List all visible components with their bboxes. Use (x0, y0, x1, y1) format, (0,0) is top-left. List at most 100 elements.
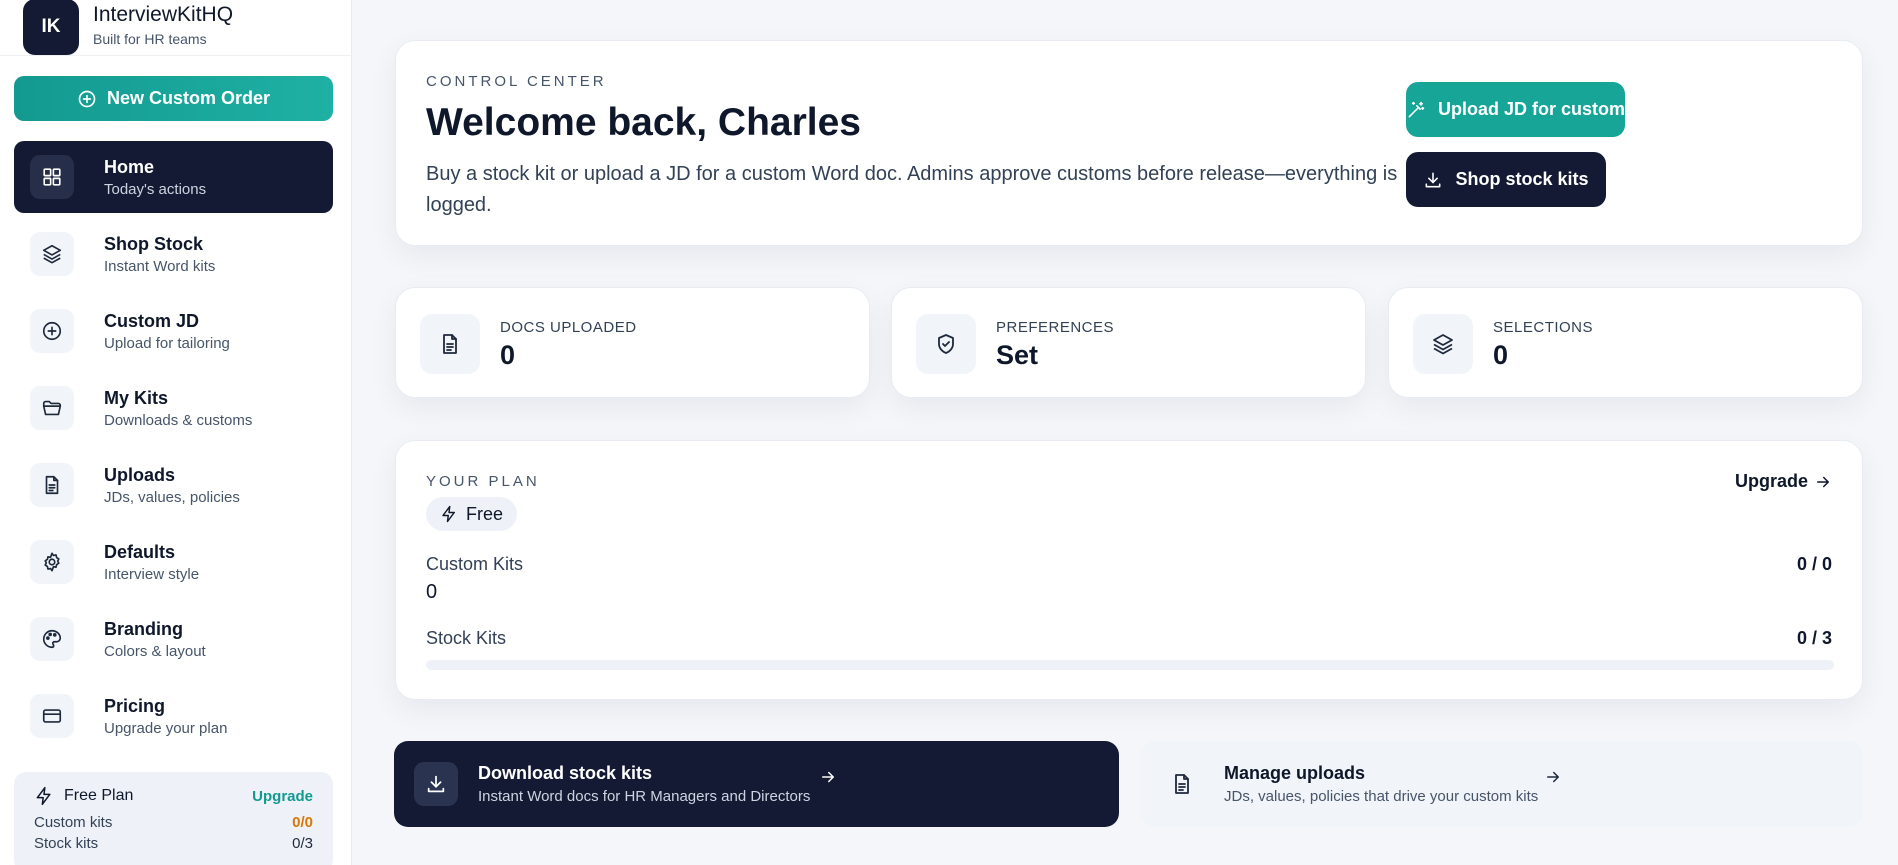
sidebar-item-text: Shop Stock Instant Word kits (104, 234, 215, 275)
shop-stock-kits-label: Shop stock kits (1455, 169, 1589, 189)
action-subtitle: JDs, values, policies that drive your cu… (1224, 788, 1539, 805)
sidebar-item-sub: Upload for tailoring (104, 334, 230, 352)
hero-description: Buy a stock kit or upload a JD for a cus… (426, 163, 1398, 216)
sidebar-item-sub: Downloads & customs (104, 411, 253, 429)
shield-check-icon (916, 314, 976, 374)
sidebar-item-text: Defaults Interview style (104, 542, 199, 583)
sidebar-plan-box: Free Plan Upgrade Custom kits 0/0 Stock … (14, 772, 333, 865)
action-subtitle: Instant Word docs for HR Managers and Di… (478, 788, 811, 805)
palette-icon (30, 617, 74, 661)
manage-uploads-card[interactable]: Manage uploads JDs, values, policies tha… (1140, 741, 1863, 827)
sidebar-item-label: Pricing (104, 695, 166, 716)
sidebar-item-custom-jd[interactable]: Custom JD Upload for tailoring (14, 295, 333, 367)
upgrade-link[interactable]: Upgrade (1735, 471, 1832, 492)
stat-value: Set (996, 340, 1039, 370)
download-icon (1423, 170, 1455, 190)
sidebar-item-uploads[interactable]: Uploads JDs, values, policies (14, 449, 333, 521)
sidebar-nav: Home Today's actions Shop Stock Instant … (14, 141, 333, 757)
folder-icon (30, 386, 74, 430)
sidebar-item-home[interactable]: Home Today's actions (14, 141, 333, 213)
brand-logo: IK (23, 0, 79, 55)
sidebar-item-label: Shop Stock (104, 233, 204, 254)
brand[interactable]: IK InterviewKitHQ Built for HR teams (23, 0, 233, 56)
action-text: Manage uploads JDs, values, policies tha… (1224, 763, 1538, 805)
shop-stock-kits-button[interactable]: Shop stock kits (1406, 152, 1606, 207)
sidebar-plan-custom-value: 0/0 (292, 814, 313, 831)
sidebar-item-sub: Instant Word kits (104, 257, 216, 275)
upload-jd-button[interactable]: Upload JD for custom (1406, 82, 1625, 137)
divider (0, 55, 352, 56)
custom-kits-count: 0 (426, 581, 438, 603)
sidebar-item-label: My Kits (104, 387, 169, 408)
stock-kits-progress (426, 660, 1834, 670)
sidebar-item-branding[interactable]: Branding Colors & layout (14, 603, 333, 675)
sidebar-item-shop-stock[interactable]: Shop Stock Instant Word kits (14, 218, 333, 290)
sidebar-plan-custom: Custom kits 0/0 (34, 814, 313, 831)
sidebar-item-sub: JDs, values, policies (104, 488, 240, 506)
sidebar-plan-stock: Stock kits 0/3 (34, 835, 313, 852)
bolt-icon (440, 505, 466, 523)
download-stock-kits-card[interactable]: Download stock kits Instant Word docs fo… (394, 741, 1119, 827)
stat-value: 0 (1493, 340, 1509, 370)
action-text: Download stock kits Instant Word docs fo… (478, 763, 810, 805)
stock-kits-label: Stock Kits (426, 628, 507, 648)
plus-circle-icon (30, 309, 74, 353)
new-custom-order-button[interactable]: New Custom Order (14, 76, 333, 121)
sidebar-plan-custom-label: Custom kits (34, 814, 113, 831)
brand-text: InterviewKitHQ Built for HR teams (93, 3, 233, 47)
sidebar-item-defaults[interactable]: Defaults Interview style (14, 526, 333, 598)
stat-label: DOCS UPLOADED (500, 319, 637, 336)
arrow-right-icon (1808, 473, 1832, 491)
sidebar-item-label: Custom JD (104, 310, 200, 331)
stat-preferences: PREFERENCES Set (891, 287, 1366, 398)
action-title: Manage uploads (1224, 763, 1366, 783)
sidebar-item-pricing[interactable]: Pricing Upgrade your plan (14, 680, 333, 752)
file-icon (1160, 762, 1204, 806)
sidebar-item-text: My Kits Downloads & customs (104, 388, 252, 429)
stat-docs-uploaded: DOCS UPLOADED 0 (395, 287, 870, 398)
page-title: Welcome back, Charles (426, 101, 861, 144)
arrow-right-icon (1544, 768, 1562, 786)
document-icon (420, 314, 480, 374)
magic-wand-icon (1406, 100, 1438, 120)
sidebar-plan-stock-value: 0/3 (292, 835, 313, 852)
plus-circle-icon (77, 89, 107, 109)
download-icon (414, 762, 458, 806)
sidebar-item-label: Branding (104, 618, 183, 639)
arrow-right-icon (819, 768, 837, 786)
plan-eyebrow: YOUR PLAN (426, 473, 540, 490)
hero-card: CONTROL CENTER Welcome back, Charles Buy… (395, 40, 1863, 246)
sidebar-item-sub: Colors & layout (104, 642, 206, 660)
layers-icon (30, 232, 74, 276)
plan-badge-label: Free (466, 503, 504, 524)
card-icon (30, 694, 74, 738)
sidebar-item-label: Defaults (104, 541, 176, 562)
sidebar-upgrade-link[interactable]: Upgrade (252, 788, 313, 805)
upgrade-label: Upgrade (1734, 471, 1808, 491)
sidebar-item-sub: Upgrade your plan (104, 719, 228, 737)
sidebar-item-label: Home (104, 156, 155, 177)
sidebar: IK InterviewKitHQ Built for HR teams New… (0, 0, 352, 865)
action-title: Download stock kits (478, 763, 653, 783)
stock-kits-ratio: 0 / 3 (1796, 628, 1832, 648)
brand-name: InterviewKitHQ (93, 3, 234, 26)
sidebar-item-text: Branding Colors & layout (104, 619, 206, 660)
stat-label: PREFERENCES (996, 319, 1115, 336)
sidebar-plan-title: Free Plan (34, 786, 133, 806)
layers-icon (1413, 314, 1473, 374)
hero-eyebrow: CONTROL CENTER (426, 73, 607, 90)
custom-kits-ratio: 0 / 0 (1796, 554, 1832, 574)
sidebar-item-text: Home Today's actions (104, 157, 206, 198)
plan-card: YOUR PLAN Free Upgrade Custom Kits 0 / 0… (395, 440, 1863, 700)
sidebar-item-sub: Interview style (104, 565, 200, 583)
plan-badge: Free (426, 497, 518, 531)
new-custom-order-label: New Custom Order (106, 88, 271, 108)
sidebar-item-sub: Today's actions (104, 180, 207, 198)
stat-selections: SELECTIONS 0 (1388, 287, 1863, 398)
sidebar-item-label: Uploads (104, 464, 176, 485)
sidebar-item-text: Uploads JDs, values, policies (104, 465, 240, 506)
sidebar-plan-name: Free Plan (64, 787, 134, 804)
stat-label: SELECTIONS (1493, 319, 1594, 336)
sidebar-plan-header: Free Plan Upgrade (34, 786, 313, 806)
sidebar-item-my-kits[interactable]: My Kits Downloads & customs (14, 372, 333, 444)
